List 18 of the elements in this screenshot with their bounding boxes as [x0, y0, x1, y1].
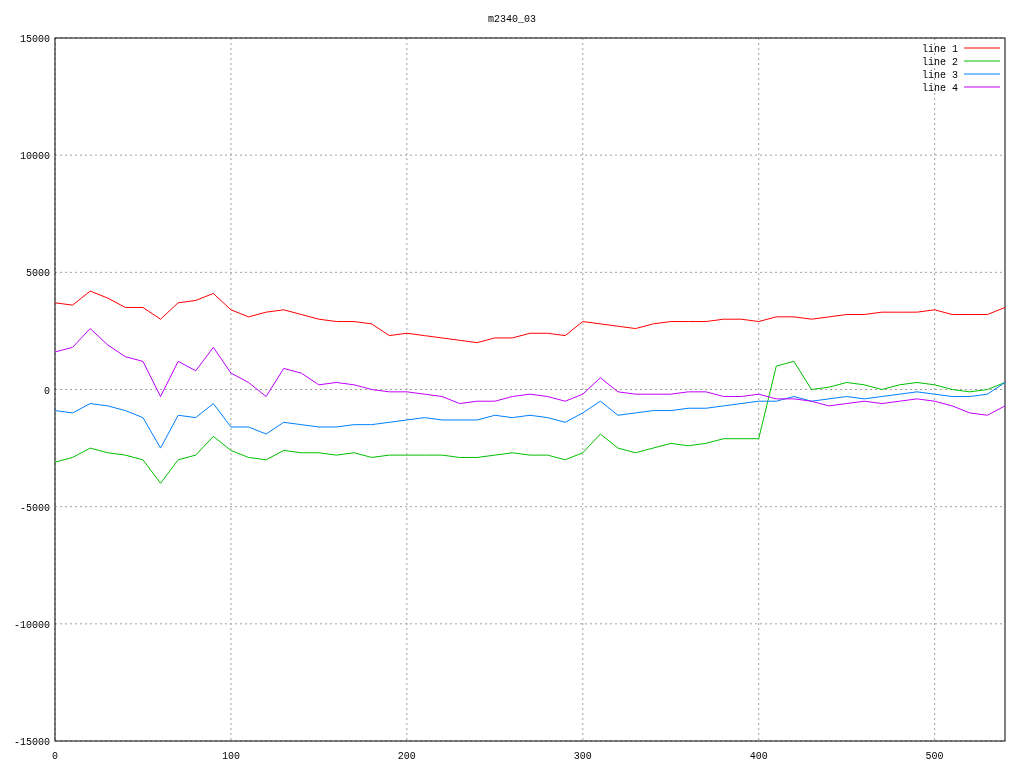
legend-label: line 4	[922, 83, 958, 94]
y-tick-label: -10000	[14, 619, 50, 631]
y-tick-label: 15000	[20, 34, 50, 45]
y-tick-label: 10000	[20, 151, 50, 163]
legend-label: line 2	[922, 57, 958, 68]
y-tick-label: -5000	[20, 502, 50, 514]
legend-label: line 3	[922, 70, 958, 81]
x-tick-label: 500	[925, 751, 944, 762]
chart-title: m2340_03	[488, 14, 536, 25]
x-tick-label: 100	[221, 751, 240, 762]
x-tick-label: 400	[749, 751, 768, 762]
legend-label: line 1	[922, 44, 958, 55]
x-tick-label: 200	[397, 751, 416, 762]
x-tick-label: 0	[52, 751, 58, 762]
y-tick-label: 5000	[26, 268, 50, 280]
x-tick-label: 300	[573, 751, 592, 762]
y-tick-label: -15000	[14, 737, 50, 748]
y-tick-label: 0	[44, 385, 50, 397]
